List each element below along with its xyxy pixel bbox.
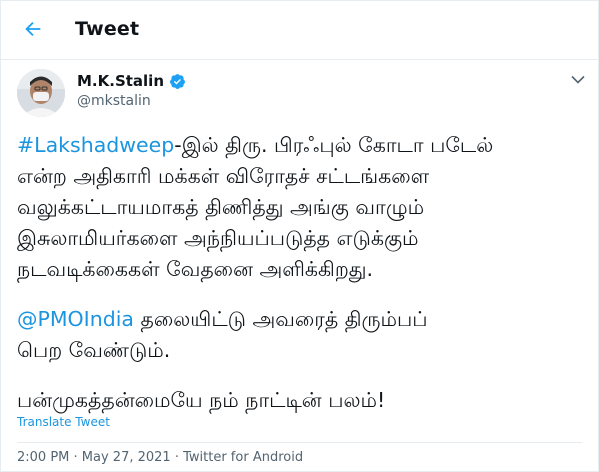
tweet-time[interactable]: 2:00 PM bbox=[17, 450, 69, 465]
tweet-text: #Lakshadweep-இல் திரு. பிரஃபுல் கோடா படே… bbox=[17, 130, 589, 416]
back-button[interactable] bbox=[18, 14, 48, 44]
meta-separator: · bbox=[69, 450, 82, 465]
tweet-line-text: -இல் திரு. பிரஃபுல் கோடா படேல் bbox=[174, 133, 494, 157]
tweet-date[interactable]: May 27, 2021 bbox=[82, 450, 171, 465]
author-name-row[interactable]: M.K.Stalin bbox=[77, 72, 186, 90]
tweet-meta: 2:00 PM · May 27, 2021 · Twitter for And… bbox=[17, 450, 303, 465]
translate-tweet-link[interactable]: Translate Tweet bbox=[17, 415, 110, 429]
chevron-down-icon bbox=[571, 75, 585, 84]
page-title: Tweet bbox=[75, 18, 140, 40]
tweet-line: பெற வேண்டும். bbox=[17, 338, 171, 362]
tweet-line: நடவடிக்கைகள் வேதனை அளிக்கிறது. bbox=[17, 257, 374, 281]
meta-separator: · bbox=[170, 450, 184, 465]
hashtag-link[interactable]: #Lakshadweep bbox=[17, 133, 174, 157]
more-options-button[interactable] bbox=[567, 70, 589, 88]
author-handle[interactable]: @mkstalin bbox=[77, 93, 151, 109]
tweet-line-text: தலையிட்டு அவரைத் திரும்பப் bbox=[134, 307, 428, 331]
verified-badge-icon bbox=[170, 73, 185, 89]
tweet-line: என்ற அதிகாரி மக்கள் விரோதச் சட்டங்களை bbox=[17, 164, 430, 188]
author-name[interactable]: M.K.Stalin bbox=[77, 72, 164, 90]
divider bbox=[17, 442, 582, 443]
arrow-left-icon bbox=[25, 21, 41, 37]
tweet-line: #Lakshadweep-இல் திரு. பிரஃபுல் கோடா படே… bbox=[17, 130, 589, 161]
mention-link[interactable]: @PMOIndia bbox=[17, 307, 134, 331]
tweet-line: வலுக்கட்டாயமாகத் திணித்து அங்கு வாழும் bbox=[17, 195, 425, 219]
profile-photo bbox=[17, 69, 65, 117]
tweet-line: இசுலாமியர்களை அந்நியப்படுத்த எடுக்கும் bbox=[17, 226, 419, 250]
avatar[interactable] bbox=[17, 69, 65, 117]
page-header: Tweet bbox=[0, 0, 599, 60]
tweet-line: @PMOIndia தலையிட்டு அவரைத் திரும்பப் bbox=[17, 304, 589, 335]
tweet-source[interactable]: Twitter for Android bbox=[183, 450, 303, 465]
tweet-line: பன்முகத்தன்மையே நம் நாட்டின் பலம்! bbox=[17, 388, 386, 412]
